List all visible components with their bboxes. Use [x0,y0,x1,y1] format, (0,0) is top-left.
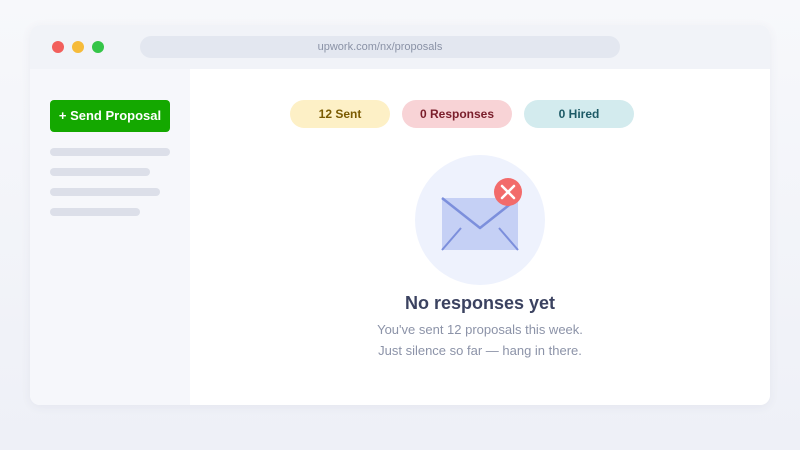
send-proposal-button[interactable]: + Send Proposal [50,100,170,132]
sidebar-placeholder-line [50,188,160,196]
main-content: 12 Sent 0 Responses 0 Hired No responses… [190,69,770,405]
browser-window: upwork.com/nx/proposals + Send Proposal … [30,25,770,405]
title-bar: upwork.com/nx/proposals [30,25,770,69]
sidebar-placeholder-line [50,168,150,176]
sidebar: + Send Proposal [30,69,190,405]
hired-count-badge: 0 Hired [524,100,634,128]
empty-state-title: No responses yet [404,293,556,313]
close-icon [494,178,522,206]
responses-count-badge: 0 Responses [402,100,512,128]
close-window-button[interactable] [52,41,64,53]
minimize-window-button[interactable] [72,41,84,53]
maximize-window-button[interactable] [92,41,104,53]
envelope-icon [415,155,545,285]
sent-count-badge: 12 Sent [290,100,390,128]
address-bar[interactable]: upwork.com/nx/proposals [140,36,620,58]
empty-state-message-line: You've sent 12 proposals this week. [377,322,583,337]
sidebar-placeholder-line [50,208,140,216]
empty-state-message-line: Just silence so far — hang in there. [378,343,582,358]
sidebar-placeholder-line [50,148,170,156]
